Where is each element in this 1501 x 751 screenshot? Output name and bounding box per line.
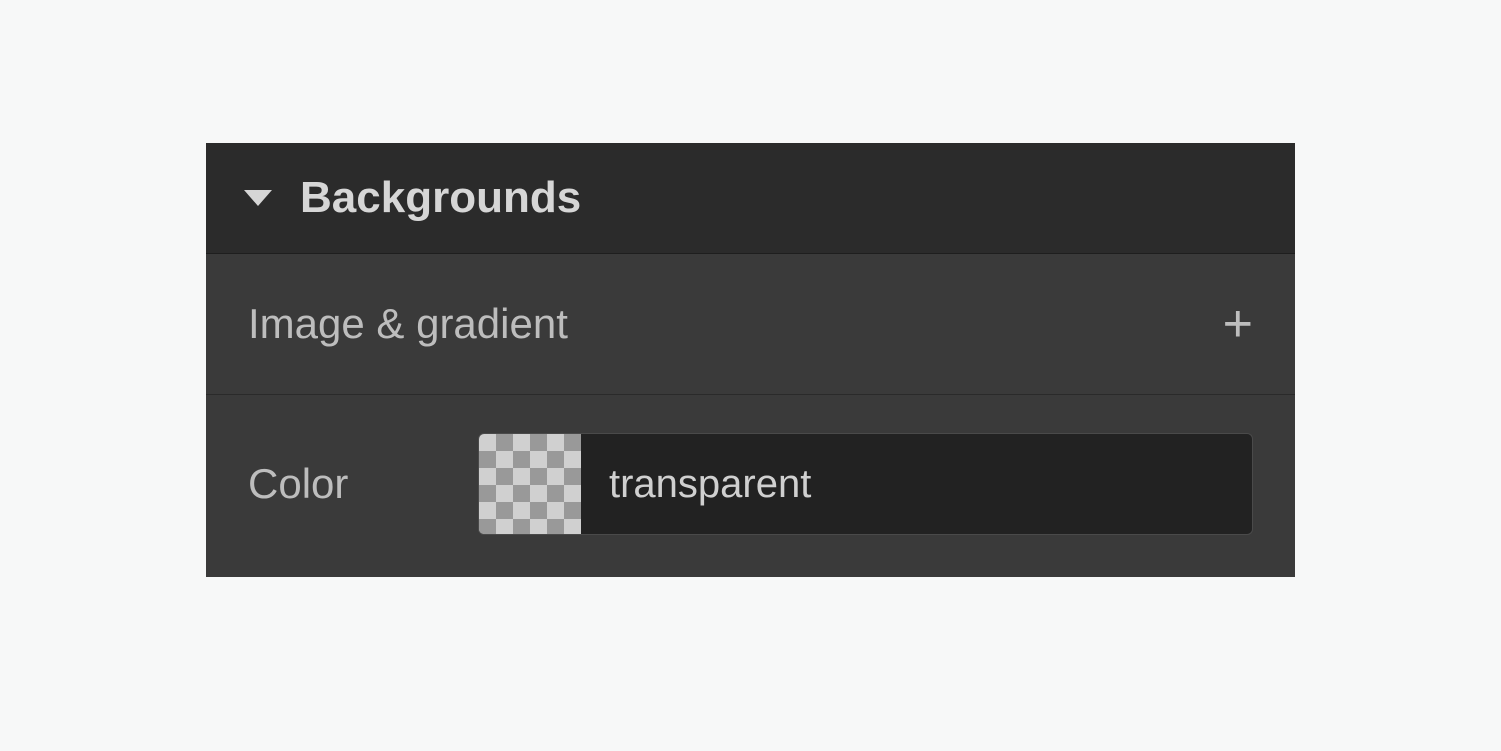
color-field bbox=[478, 433, 1253, 535]
backgrounds-header[interactable]: Backgrounds bbox=[206, 143, 1295, 254]
color-label: Color bbox=[248, 460, 368, 508]
image-gradient-row: Image & gradient + bbox=[206, 254, 1295, 395]
backgrounds-panel: Backgrounds Image & gradient + Color bbox=[206, 143, 1295, 577]
panel-title: Backgrounds bbox=[300, 173, 581, 223]
chevron-down-icon bbox=[244, 190, 272, 206]
color-swatch[interactable] bbox=[479, 434, 581, 534]
image-gradient-label: Image & gradient bbox=[248, 300, 568, 348]
color-row: Color bbox=[206, 395, 1295, 577]
add-icon[interactable]: + bbox=[1223, 298, 1253, 350]
color-input[interactable] bbox=[581, 434, 1252, 534]
